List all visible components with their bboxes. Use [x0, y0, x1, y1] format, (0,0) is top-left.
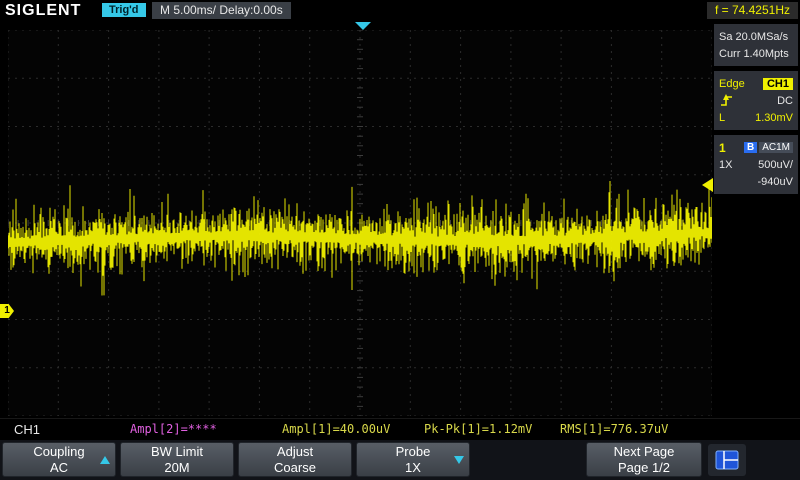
probe-button[interactable]: Probe 1X	[356, 442, 470, 477]
probe-attenuation: 1X	[719, 159, 732, 171]
frequency-counter: f = 74.4251Hz	[707, 2, 798, 19]
trigger-level-value: 1.30mV	[755, 112, 793, 124]
channel-offset: -940uV	[758, 176, 793, 188]
coupling-label: Coupling	[3, 444, 115, 460]
bw-limit-badge: B	[744, 142, 757, 153]
timebase-readout[interactable]: M 5.00ms/ Delay:0.00s	[152, 2, 291, 19]
trigger-position-marker[interactable]	[355, 22, 371, 30]
bw-limit-button[interactable]: BW Limit 20M	[120, 442, 234, 477]
oscilloscope-screen: SIGLENT Trig'd M 5.00ms/ Delay:0.00s f =…	[0, 0, 800, 480]
acquisition-panel[interactable]: Sa 20.0MSa/s Curr 1.40Mpts	[714, 24, 798, 66]
coupling-button[interactable]: Coupling AC	[2, 442, 116, 477]
menu-grid-icon	[715, 450, 739, 470]
measurement-bar: CH1 Ampl[2]=**** Ampl[1]=40.00uV Pk-Pk[1…	[0, 418, 800, 439]
bw-limit-value: 20M	[121, 460, 233, 476]
channel-coupling-badge: AC1M	[759, 142, 793, 153]
trigger-panel[interactable]: Edge CH1 DC L 1.30mV	[714, 71, 798, 130]
brand-logo: SIGLENT	[5, 2, 81, 20]
rising-edge-icon	[719, 93, 734, 108]
right-sidebar: Sa 20.0MSa/s Curr 1.40Mpts Edge CH1 DC L…	[714, 24, 798, 199]
channel-indicator: CH1	[14, 422, 40, 437]
measurement-ampl-ch2: Ampl[2]=****	[130, 422, 217, 436]
coupling-value: AC	[3, 460, 115, 476]
graticule-and-waveform	[8, 30, 712, 416]
probe-label: Probe	[357, 444, 469, 460]
top-status-bar: SIGLENT Trig'd M 5.00ms/ Delay:0.00s f =…	[0, 0, 800, 22]
next-page-button[interactable]: Next Page Page 1/2	[586, 442, 702, 477]
adjust-value: Coarse	[239, 460, 351, 476]
adjust-label: Adjust	[239, 444, 351, 460]
next-page-value: Page 1/2	[587, 460, 701, 476]
measurement-rms-ch1: RMS[1]=776.37uV	[560, 422, 668, 436]
measurement-ampl-ch1: Ampl[1]=40.00uV	[282, 422, 390, 436]
channel-number: 1	[719, 141, 726, 155]
measurement-pkpk-ch1: Pk-Pk[1]=1.12mV	[424, 422, 532, 436]
next-page-label: Next Page	[587, 444, 701, 460]
adjust-button[interactable]: Adjust Coarse	[238, 442, 352, 477]
trigger-source-badge: CH1	[763, 78, 793, 90]
sample-rate: Sa 20.0MSa/s	[719, 31, 788, 43]
menu-onoff-button[interactable]	[708, 444, 746, 476]
arrow-up-icon	[100, 456, 110, 464]
trigger-status-badge: Trig'd	[102, 3, 146, 17]
channel1-panel[interactable]: 1 B AC1M 1X 500uV/ -940uV	[714, 135, 798, 194]
bw-limit-label: BW Limit	[121, 444, 233, 460]
arrow-down-icon	[454, 456, 464, 464]
waveform-display	[8, 30, 712, 416]
trigger-coupling: DC	[777, 95, 793, 107]
trigger-type: Edge	[719, 78, 745, 90]
probe-value: 1X	[357, 460, 469, 476]
memory-depth: Curr 1.40Mpts	[719, 48, 789, 60]
volts-per-div: 500uV/	[758, 159, 793, 171]
softkey-menu-bar: Coupling AC BW Limit 20M Adjust Coarse P…	[0, 440, 800, 480]
trigger-level-label: L	[719, 112, 725, 124]
